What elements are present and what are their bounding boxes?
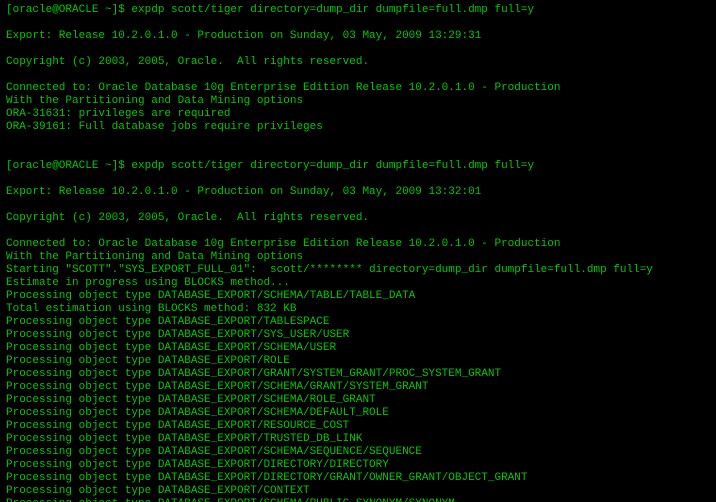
terminal-line: Processing object type DATABASE_EXPORT/G…	[6, 368, 710, 381]
terminal-line: Copyright (c) 2003, 2005, Oracle. All ri…	[6, 212, 710, 225]
terminal-line: [oracle@ORACLE ~]$ expdp scott/tiger dir…	[6, 4, 710, 17]
terminal-line: With the Partitioning and Data Mining op…	[6, 251, 710, 264]
terminal-line: Processing object type DATABASE_EXPORT/R…	[6, 420, 710, 433]
terminal-line: Connected to: Oracle Database 10g Enterp…	[6, 238, 710, 251]
terminal-line	[6, 17, 710, 30]
terminal-line: Processing object type DATABASE_EXPORT/S…	[6, 446, 710, 459]
terminal-line: Processing object type DATABASE_EXPORT/S…	[6, 394, 710, 407]
terminal-output: [oracle@ORACLE ~]$ expdp scott/tiger dir…	[0, 0, 716, 502]
terminal-line: ORA-39161: Full database jobs require pr…	[6, 121, 710, 134]
terminal-line: Processing object type DATABASE_EXPORT/S…	[6, 407, 710, 420]
terminal-line: With the Partitioning and Data Mining op…	[6, 95, 710, 108]
terminal-line: Processing object type DATABASE_EXPORT/S…	[6, 290, 710, 303]
terminal-line: [oracle@ORACLE ~]$ expdp scott/tiger dir…	[6, 160, 710, 173]
terminal-line	[6, 134, 710, 147]
terminal-line: Processing object type DATABASE_EXPORT/T…	[6, 433, 710, 446]
terminal-line: ORA-31631: privileges are required	[6, 108, 710, 121]
terminal-line: Processing object type DATABASE_EXPORT/R…	[6, 355, 710, 368]
terminal-line: Connected to: Oracle Database 10g Enterp…	[6, 82, 710, 95]
terminal-line: Processing object type DATABASE_EXPORT/S…	[6, 381, 710, 394]
terminal-line: Export: Release 10.2.0.1.0 - Production …	[6, 186, 710, 199]
terminal-line	[6, 225, 710, 238]
terminal-line: Processing object type DATABASE_EXPORT/D…	[6, 472, 710, 485]
terminal-line	[6, 199, 710, 212]
terminal-line: Processing object type DATABASE_EXPORT/D…	[6, 459, 710, 472]
terminal-line: Copyright (c) 2003, 2005, Oracle. All ri…	[6, 56, 710, 69]
terminal-line: Starting "SCOTT"."SYS_EXPORT_FULL_01": s…	[6, 264, 710, 277]
terminal-line: Export: Release 10.2.0.1.0 - Production …	[6, 30, 710, 43]
terminal-line	[6, 69, 710, 82]
terminal-line: Processing object type DATABASE_EXPORT/T…	[6, 316, 710, 329]
terminal-line: Processing object type DATABASE_EXPORT/S…	[6, 498, 710, 502]
terminal-line	[6, 147, 710, 160]
terminal-line: Processing object type DATABASE_EXPORT/C…	[6, 485, 710, 498]
terminal-line	[6, 43, 710, 56]
terminal-line: Estimate in progress using BLOCKS method…	[6, 277, 710, 290]
terminal-line	[6, 173, 710, 186]
terminal-line: Processing object type DATABASE_EXPORT/S…	[6, 342, 710, 355]
terminal-line: Processing object type DATABASE_EXPORT/S…	[6, 329, 710, 342]
terminal-line: Total estimation using BLOCKS method: 83…	[6, 303, 710, 316]
